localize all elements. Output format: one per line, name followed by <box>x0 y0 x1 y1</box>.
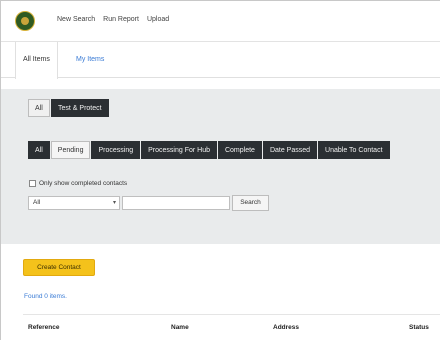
column-header-reference[interactable]: Reference <box>28 324 59 331</box>
tab-my-items[interactable]: My Items <box>69 42 111 78</box>
only-completed-checkbox[interactable] <box>29 180 36 187</box>
nav-upload[interactable]: Upload <box>147 16 169 23</box>
top-navbar: New Search Run Report Upload <box>1 1 440 42</box>
results-count-link[interactable]: Found 0 items. <box>24 293 67 300</box>
item-tabs: All Items My Items <box>1 42 440 79</box>
category-select-value: All <box>33 199 41 206</box>
status-filter-processing[interactable]: Processing <box>91 141 141 159</box>
column-header-status[interactable]: Status <box>409 324 429 331</box>
status-filter-pending[interactable]: Pending <box>50 141 91 159</box>
nav-new-search[interactable]: New Search <box>57 16 95 23</box>
status-filter-unable-to-contact[interactable]: Unable To Contact <box>318 141 390 159</box>
scope-all-button[interactable]: All <box>28 99 50 117</box>
tab-all-items[interactable]: All Items <box>15 42 58 79</box>
scope-test-protect-button[interactable]: Test & Protect <box>51 99 109 117</box>
table-divider <box>23 314 440 315</box>
column-header-address[interactable]: Address <box>273 324 299 331</box>
category-select[interactable]: All ▾ <box>28 196 120 210</box>
status-filter-processing-for-hub[interactable]: Processing For Hub <box>141 141 217 159</box>
search-button[interactable]: Search <box>232 195 269 211</box>
filter-panel: All Test & Protect All Pending Processin… <box>1 89 440 244</box>
nav-run-report[interactable]: Run Report <box>103 16 139 23</box>
search-input[interactable] <box>122 196 230 210</box>
create-contact-button[interactable]: Create Contact <box>23 259 95 276</box>
status-filter-row: All Pending Processing Processing For Hu… <box>28 141 391 159</box>
column-header-name[interactable]: Name <box>171 324 189 331</box>
chevron-down-icon: ▾ <box>112 200 116 206</box>
app-window: New Search Run Report Upload All Items M… <box>0 0 440 340</box>
crest-logo-icon[interactable] <box>15 11 35 31</box>
status-filter-date-passed[interactable]: Date Passed <box>262 141 318 159</box>
status-filter-complete[interactable]: Complete <box>217 141 262 159</box>
only-completed-option: Only show completed contacts <box>29 180 127 187</box>
only-completed-label: Only show completed contacts <box>39 180 128 187</box>
nav-links: New Search Run Report Upload <box>57 16 169 23</box>
status-filter-all[interactable]: All <box>28 141 50 159</box>
